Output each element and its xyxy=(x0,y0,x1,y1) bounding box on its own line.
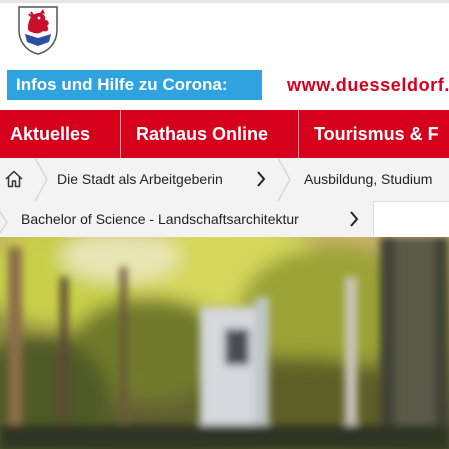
breadcrumb-separator-icon xyxy=(0,210,8,235)
chevron-right-icon xyxy=(257,171,266,187)
breadcrumb-item-ausbildung[interactable]: Ausbildung, Studium xyxy=(304,158,432,201)
corona-banner: Infos und Hilfe zu Corona: www.duesseldo… xyxy=(0,70,449,100)
nav-item-rathaus-online[interactable]: Rathaus Online xyxy=(136,110,268,158)
coat-of-arms-icon xyxy=(18,6,58,55)
chevron-right-icon xyxy=(350,211,359,227)
nav-divider xyxy=(120,110,121,158)
breadcrumb-current-row: Bachelor of Science - Landschaftsarchite… xyxy=(0,201,374,238)
hero-image xyxy=(0,237,449,449)
park-photo xyxy=(0,237,449,449)
nav-item-tourismus[interactable]: Tourismus & F xyxy=(314,110,439,158)
breadcrumb: Die Stadt als Arbeitgeberin Ausbildung, … xyxy=(0,158,449,202)
breadcrumb-item-arbeitgeberin[interactable]: Die Stadt als Arbeitgeberin xyxy=(57,158,223,201)
home-icon xyxy=(5,170,23,188)
breadcrumb-separator-icon xyxy=(277,158,291,201)
nav-item-aktuelles[interactable]: Aktuelles xyxy=(10,110,90,158)
site-url-link[interactable]: www.duesseldorf. xyxy=(287,70,449,100)
breadcrumb-separator-icon xyxy=(34,158,48,201)
main-navigation: Aktuelles Rathaus Online Tourismus & F xyxy=(0,110,449,158)
breadcrumb-item-current: Bachelor of Science - Landschaftsarchite… xyxy=(21,211,299,227)
nav-divider xyxy=(298,110,299,158)
corona-info-link[interactable]: Infos und Hilfe zu Corona: xyxy=(7,70,262,100)
top-divider xyxy=(0,0,449,3)
